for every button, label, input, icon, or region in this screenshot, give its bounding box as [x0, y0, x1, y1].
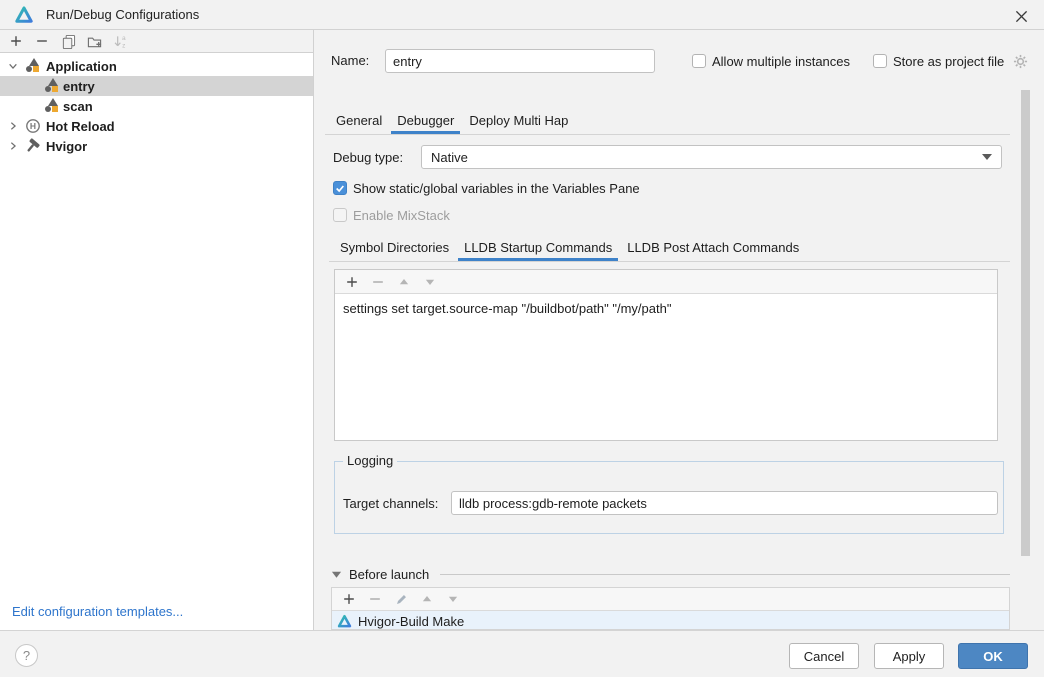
configurations-tree: Application entry scan H Hot Reload [0, 53, 313, 156]
sort-configurations-icon[interactable]: a z [112, 33, 128, 49]
checkbox-unchecked-icon[interactable] [873, 54, 887, 68]
name-label: Name: [331, 51, 369, 71]
tab-deploy-multi-hap[interactable]: Deploy Multi Hap [463, 106, 574, 134]
edit-task-icon[interactable] [393, 591, 409, 607]
apply-button[interactable]: Apply [874, 643, 944, 669]
help-button[interactable]: ? [15, 644, 38, 667]
logging-legend: Logging [343, 453, 397, 468]
move-task-up-icon[interactable] [419, 591, 435, 607]
configuration-tabs: General Debugger Deploy Multi Hap [325, 106, 1010, 135]
before-launch-toolbar [332, 588, 1009, 611]
checkbox-unchecked-icon[interactable] [692, 54, 706, 68]
add-configuration-icon[interactable] [8, 33, 24, 49]
application-config-icon [44, 78, 60, 94]
tree-group-application[interactable]: Application [0, 56, 313, 76]
remove-configuration-icon[interactable] [34, 33, 50, 49]
svg-text:a: a [121, 35, 125, 42]
cancel-button[interactable]: Cancel [789, 643, 859, 669]
tree-item-label: Hvigor [46, 139, 87, 154]
move-down-icon[interactable] [422, 274, 438, 290]
target-channels-label: Target channels: [343, 494, 438, 514]
before-launch-task-hvigor-build[interactable]: Hvigor-Build Make [332, 611, 1009, 630]
tree-item-label: Application [46, 59, 117, 74]
tab-general[interactable]: General [330, 106, 388, 134]
lldb-startup-commands-panel: settings set target.source-map "/buildbo… [334, 269, 998, 441]
remove-task-icon[interactable] [367, 591, 383, 607]
dialog-title: Run/Debug Configurations [46, 7, 199, 22]
store-as-project-file-checkbox[interactable]: Store as project file [873, 49, 1028, 73]
application-config-icon [44, 98, 60, 114]
title-bar: Run/Debug Configurations [0, 0, 1044, 30]
debug-type-select[interactable]: Native [421, 145, 1002, 169]
allow-multiple-instances-label: Allow multiple instances [712, 54, 850, 69]
allow-multiple-instances-checkbox[interactable]: Allow multiple instances [692, 49, 850, 73]
copy-configuration-icon[interactable] [60, 33, 76, 49]
tab-lldb-startup-commands[interactable]: LLDB Startup Commands [458, 233, 618, 261]
ok-button[interactable]: OK [958, 643, 1028, 669]
gear-icon[interactable] [1013, 54, 1028, 69]
before-launch-header[interactable]: Before launch [331, 566, 1010, 582]
chevron-down-icon [982, 154, 992, 160]
configuration-editor: Name: Allow multiple instances Store as … [314, 30, 1044, 630]
sidebar-toolbar: a z [0, 30, 313, 53]
move-task-down-icon[interactable] [445, 591, 461, 607]
collapse-triangle-icon[interactable] [331, 570, 342, 579]
divider [440, 574, 1010, 575]
before-launch-task-label: Hvigor-Build Make [358, 614, 464, 629]
vertical-scrollbar[interactable] [1021, 90, 1030, 556]
debug-type-label: Debug type: [333, 148, 403, 168]
before-launch-title: Before launch [349, 567, 429, 582]
tab-symbol-directories[interactable]: Symbol Directories [334, 233, 455, 261]
svg-text:z: z [122, 42, 125, 48]
commands-toolbar [335, 270, 997, 294]
checkbox-disabled-icon [333, 208, 347, 222]
chevron-right-icon[interactable] [8, 141, 18, 152]
lldb-tabs: Symbol Directories LLDB Startup Commands… [329, 233, 1010, 262]
help-icon: ? [23, 648, 30, 663]
enable-mixstack-label: Enable MixStack [353, 208, 450, 223]
edit-configuration-templates-link[interactable]: Edit configuration templates... [12, 604, 183, 619]
add-task-icon[interactable] [341, 591, 357, 607]
enable-mixstack-checkbox[interactable]: Enable MixStack [333, 203, 450, 227]
svg-text:H: H [30, 121, 36, 131]
logging-group: Logging Target channels: [334, 461, 1004, 534]
close-icon[interactable] [1012, 7, 1030, 25]
tree-group-hvigor[interactable]: Hvigor [0, 136, 313, 156]
checkbox-checked-icon[interactable] [333, 181, 347, 195]
tree-item-label: scan [63, 99, 93, 114]
show-static-variables-checkbox[interactable]: Show static/global variables in the Vari… [333, 176, 640, 200]
application-config-icon [25, 58, 41, 74]
debug-type-value: Native [431, 150, 468, 165]
chevron-down-icon[interactable] [8, 61, 18, 72]
tree-item-entry[interactable]: entry [0, 76, 313, 96]
tree-item-label: Hot Reload [46, 119, 115, 134]
lldb-command-text[interactable]: settings set target.source-map "/buildbo… [335, 294, 997, 323]
target-channels-input[interactable] [451, 491, 998, 515]
tree-group-hot-reload[interactable]: H Hot Reload [0, 116, 313, 136]
remove-command-icon[interactable] [370, 274, 386, 290]
run-debug-configurations-dialog: Run/Debug Configurations [0, 0, 1044, 677]
move-up-icon[interactable] [396, 274, 412, 290]
before-launch-panel: Hvigor-Build Make [331, 587, 1010, 630]
hot-reload-icon: H [25, 118, 41, 134]
new-folder-icon[interactable] [86, 33, 102, 49]
configurations-sidebar: a z Application entry scan [0, 30, 314, 630]
deveco-logo-icon [14, 5, 34, 25]
deveco-logo-icon [337, 614, 352, 629]
chevron-right-icon[interactable] [8, 121, 18, 132]
dialog-footer: ? Cancel Apply OK [0, 630, 1044, 677]
hvigor-hammer-icon [25, 138, 41, 154]
name-input[interactable] [385, 49, 655, 73]
tree-item-label: entry [63, 79, 95, 94]
add-command-icon[interactable] [344, 274, 360, 290]
tab-lldb-post-attach-commands[interactable]: LLDB Post Attach Commands [621, 233, 805, 261]
store-as-project-file-label: Store as project file [893, 54, 1004, 69]
tree-item-scan[interactable]: scan [0, 96, 313, 116]
show-static-variables-label: Show static/global variables in the Vari… [353, 181, 640, 196]
tab-debugger[interactable]: Debugger [391, 106, 460, 134]
